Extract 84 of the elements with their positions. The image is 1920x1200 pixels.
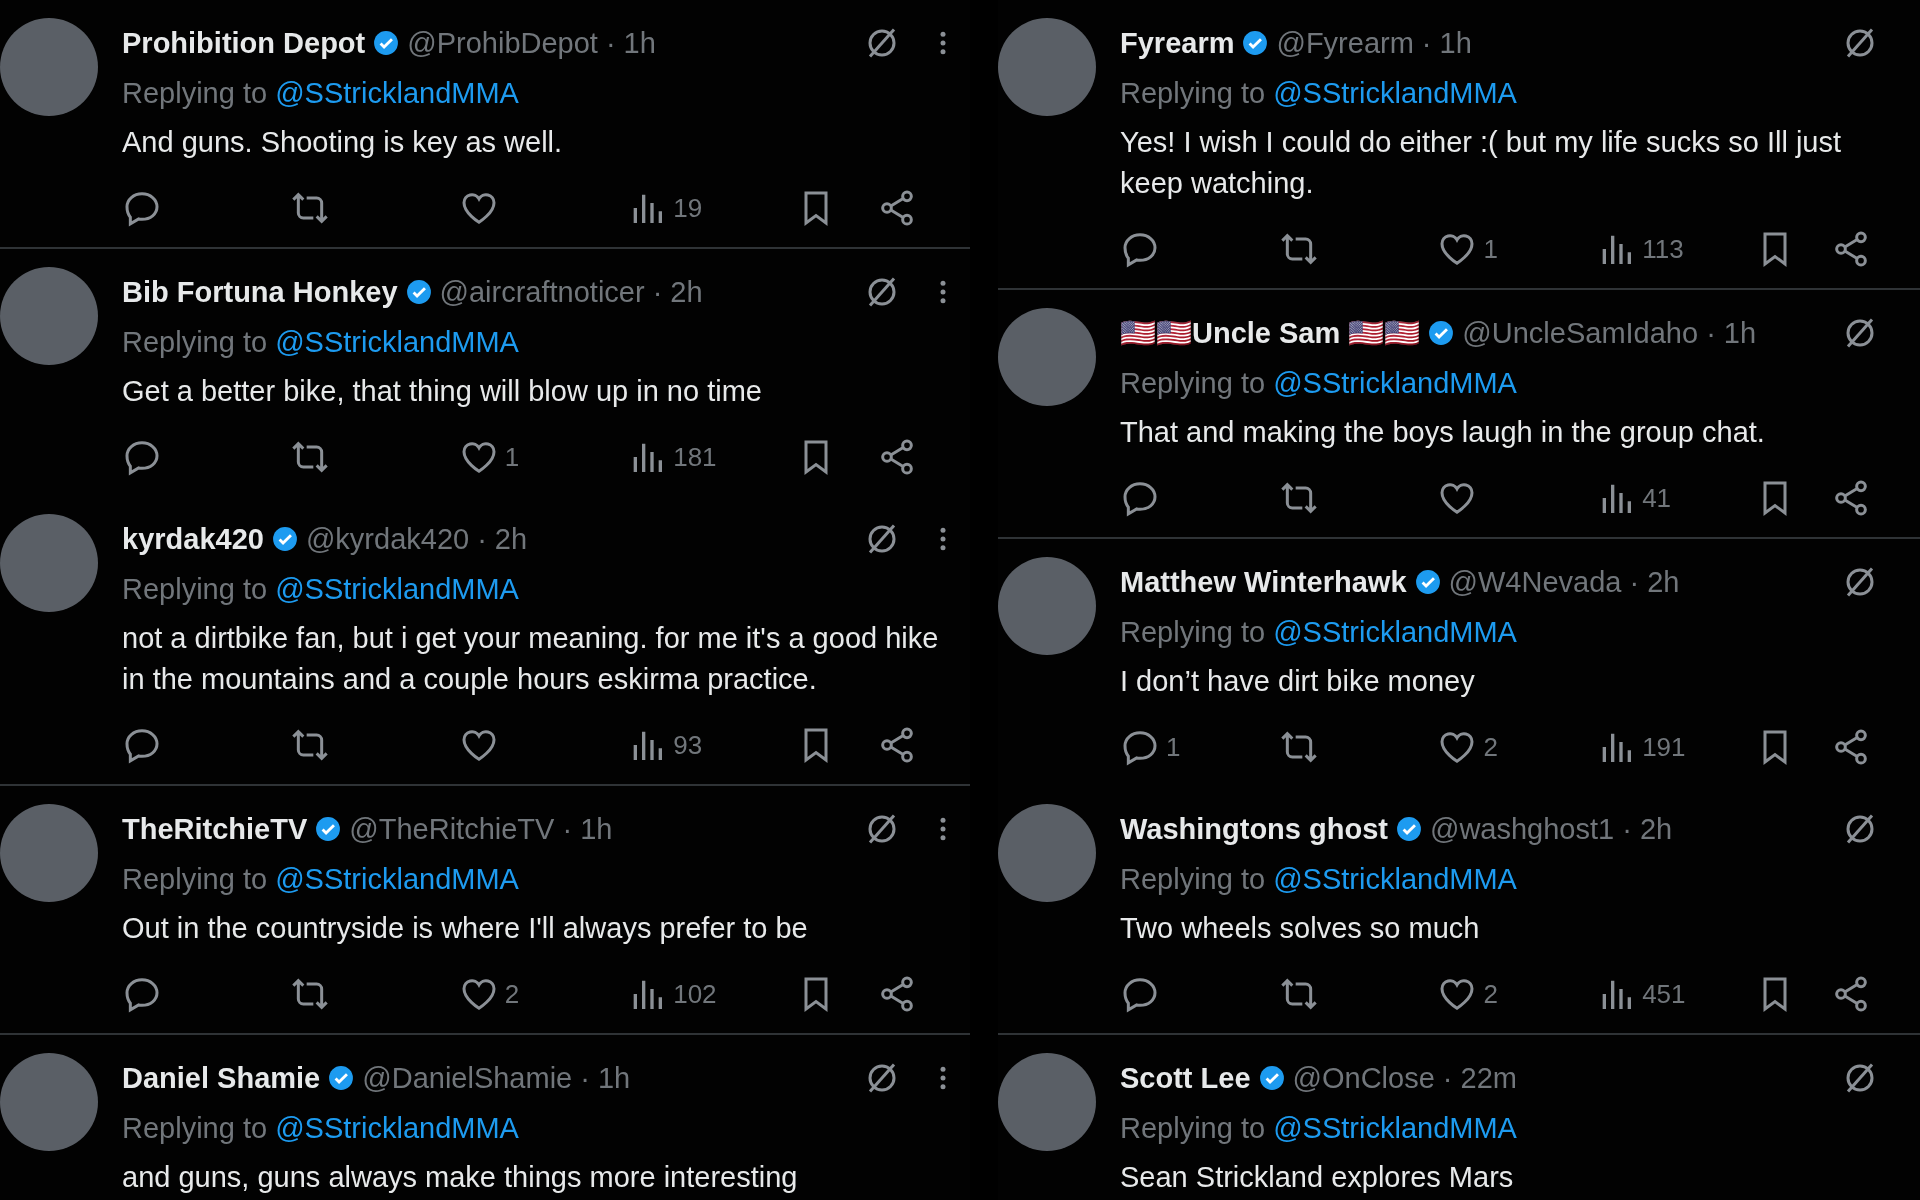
post-time: · 22m — [1442, 1061, 1517, 1095]
post-text: Two wheels solves so much — [1120, 911, 1481, 946]
replying-label: Replying to — [1120, 367, 1266, 399]
post-time: · 1h — [1706, 316, 1757, 350]
post-time: · 1h — [580, 1061, 631, 1095]
mention-link[interactable]: @SStricklandMMA — [275, 326, 519, 358]
like-count: 1 — [504, 441, 520, 473]
replying-label: Replying to — [122, 1112, 268, 1144]
display-name[interactable]: Fyrearm — [1120, 26, 1235, 60]
replying-label: Replying to — [1120, 863, 1266, 895]
display-name[interactable]: Bib Fortuna Honkey — [122, 275, 398, 309]
verified-badge-icon — [315, 816, 342, 842]
verified-badge-icon — [1242, 30, 1269, 56]
replying-label: Replying to — [122, 573, 268, 605]
like-count: 2 — [504, 978, 520, 1010]
user-handle[interactable]: @aircraftnoticer — [439, 275, 645, 309]
verified-badge-icon — [1428, 320, 1455, 346]
reply-count: 1 — [1166, 731, 1181, 763]
post-time: · 1h — [605, 26, 656, 60]
like-count: 1 — [1483, 233, 1498, 265]
post-time: · 2h — [1622, 812, 1673, 846]
view-count: 191 — [1642, 731, 1686, 763]
post-text: not a dirtbike fan, but i get your meaning. for me it's a good hike in the mountains and a couple hours eskirma practice. — [122, 621, 940, 697]
verified-badge-icon — [271, 526, 298, 552]
view-count: 93 — [673, 729, 703, 761]
post-text: Yes! I wish I could do either :( but my life sucks so Ill just keep watching. — [1120, 125, 1842, 201]
post-text: And guns. Shooting is key as well. — [122, 125, 564, 160]
mention-link[interactable]: @SStricklandMMA — [1273, 616, 1517, 648]
view-count: 41 — [1642, 482, 1672, 514]
mention-link[interactable]: @SStricklandMMA — [275, 863, 519, 895]
view-count: 181 — [673, 441, 717, 473]
post-time: · 2h — [477, 522, 528, 556]
verified-badge-icon — [1395, 816, 1422, 842]
verified-badge-icon — [328, 1065, 355, 1091]
replying-label: Replying to — [122, 863, 268, 895]
post-time: · 2h — [1629, 565, 1680, 599]
user-handle[interactable]: @DanielShamie — [362, 1061, 573, 1095]
like-count: 2 — [1483, 978, 1498, 1010]
user-handle[interactable]: @TheRitchieTV — [349, 812, 555, 846]
verified-badge-icon — [1258, 1065, 1285, 1091]
display-name[interactable]: TheRitchieTV — [122, 812, 308, 846]
mention-link[interactable]: @SStricklandMMA — [1273, 863, 1517, 895]
post-text: Sean Strickland explores Mars — [1120, 1160, 1515, 1195]
post-time: · 1h — [562, 812, 613, 846]
verified-badge-icon — [373, 30, 400, 56]
user-handle[interactable]: @ProhibDepot — [407, 26, 598, 60]
display-name[interactable]: Matthew Winterhawk — [1120, 565, 1407, 599]
user-handle[interactable]: @OnClose — [1292, 1061, 1435, 1095]
display-name[interactable]: Daniel Shamie — [122, 1061, 321, 1095]
mention-link[interactable]: @SStricklandMMA — [275, 1112, 519, 1144]
display-name[interactable]: kyrdak420 — [122, 522, 264, 556]
mention-link[interactable]: @SStricklandMMA — [1273, 1112, 1517, 1144]
post-text: Out in the countryside is where I'll always prefer to be — [122, 911, 809, 946]
like-count: 2 — [1483, 731, 1498, 763]
replying-label: Replying to — [1120, 1112, 1266, 1144]
mention-link[interactable]: @SStricklandMMA — [1273, 367, 1517, 399]
view-count: 113 — [1642, 233, 1684, 265]
mention-link[interactable]: @SStricklandMMA — [1273, 77, 1517, 109]
mention-link[interactable]: @SStricklandMMA — [275, 77, 519, 109]
verified-badge-icon — [1414, 569, 1441, 595]
display-name[interactable]: Scott Lee — [1120, 1061, 1251, 1095]
replying-label: Replying to — [122, 326, 268, 358]
user-handle[interactable]: @Fyrearm — [1276, 26, 1414, 60]
user-handle[interactable]: @kyrdak420 — [305, 522, 470, 556]
post-time: · 2h — [652, 275, 703, 309]
post-text: That and making the boys laugh in the group chat. — [1120, 415, 1766, 450]
replying-label: Replying to — [1120, 616, 1266, 648]
replying-label: Replying to — [1120, 77, 1266, 109]
verified-badge-icon — [405, 279, 432, 305]
display-name[interactable]: Prohibition Depot — [122, 26, 366, 60]
post-text: and guns, guns always make things more interesting — [122, 1160, 799, 1195]
post-time: · 1h — [1421, 26, 1472, 60]
post-text: I don’t have dirt bike money — [1120, 664, 1476, 699]
view-count: 102 — [673, 978, 717, 1010]
user-handle[interactable]: @W4Nevada — [1448, 565, 1622, 599]
display-name[interactable]: 🇺🇸🇺🇸Uncle Sam 🇺🇸🇺🇸 — [1120, 316, 1421, 350]
post-text: Get a better bike, that thing will blow up in no time — [122, 374, 763, 409]
view-count: 19 — [673, 192, 703, 224]
replying-label: Replying to — [122, 77, 268, 109]
mention-link[interactable]: @SStricklandMMA — [275, 573, 519, 605]
view-count: 451 — [1642, 978, 1686, 1010]
user-handle[interactable]: @UncleSamIdaho — [1462, 316, 1699, 350]
user-handle[interactable]: @washghost1 — [1429, 812, 1615, 846]
display-name[interactable]: Washingtons ghost — [1120, 812, 1388, 846]
